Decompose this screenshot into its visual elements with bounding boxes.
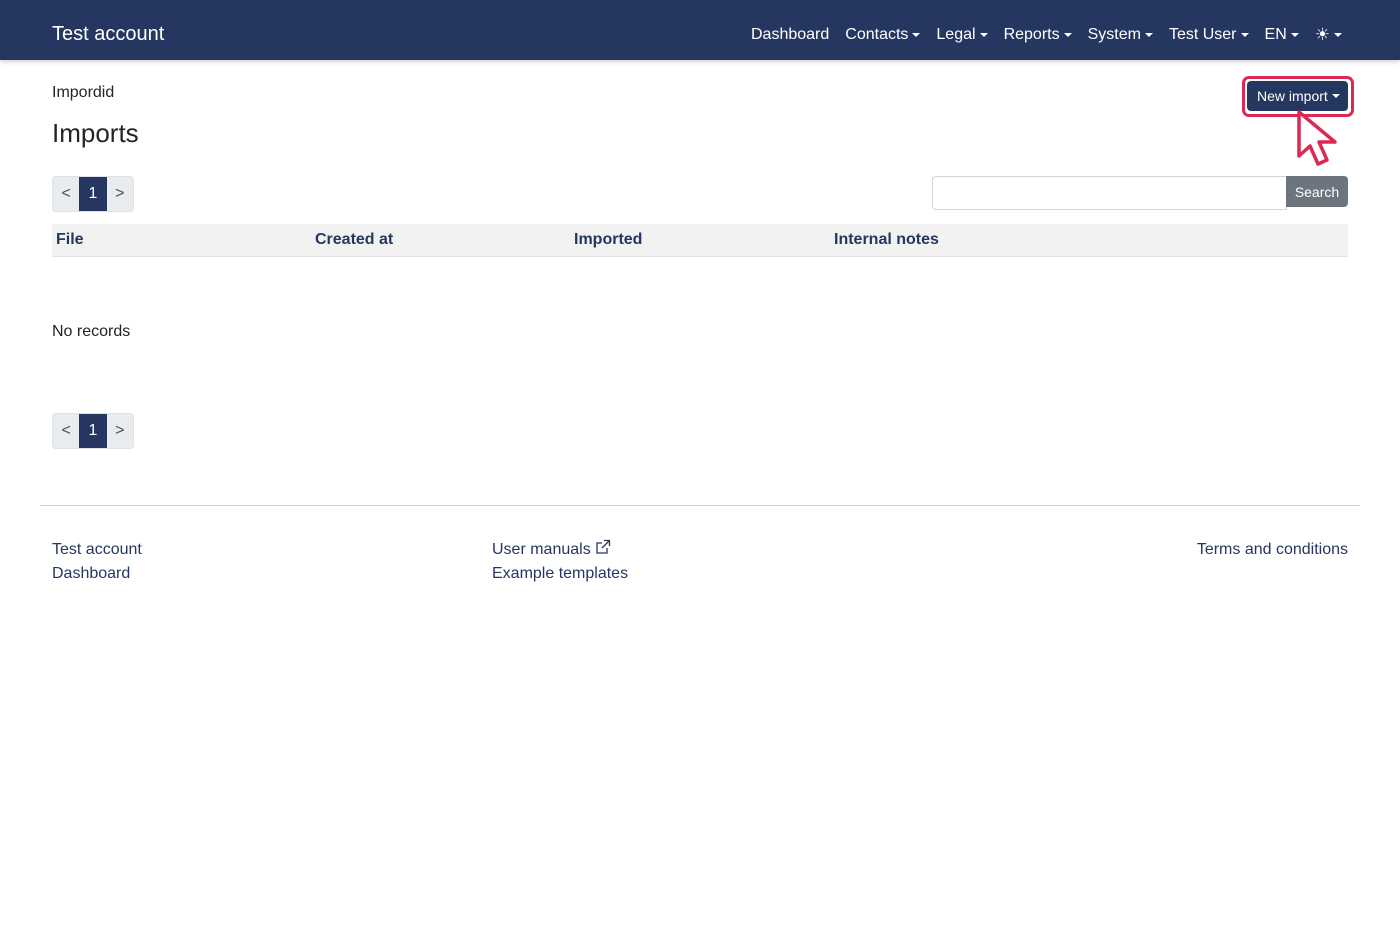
caret-down-icon	[912, 33, 921, 37]
new-import-button[interactable]: New import	[1247, 81, 1348, 111]
column-header-internal-notes[interactable]: Internal notes	[834, 230, 939, 250]
nav-user-label: Test User	[1168, 26, 1237, 43]
caret-down-icon	[979, 33, 988, 37]
nav-contacts-label: Contacts	[845, 26, 909, 43]
nav-system-label: System	[1087, 26, 1141, 43]
nav-dashboard-label: Dashboard	[750, 26, 830, 43]
page-title: Imports	[52, 118, 139, 148]
nav-dashboard[interactable]: Dashboard	[751, 24, 829, 46]
breadcrumb: Impordid	[52, 84, 115, 101]
empty-state-text: No records	[52, 323, 131, 340]
nav-reports-dropdown[interactable]: Reports	[1004, 24, 1072, 46]
footer-link-example-templates[interactable]: Example templates	[492, 564, 628, 584]
external-link-icon	[596, 539, 610, 554]
nav-system-dropdown[interactable]: System	[1088, 24, 1153, 46]
column-header-imported[interactable]: Imported	[574, 230, 642, 250]
nav-user-dropdown[interactable]: Test User	[1169, 24, 1249, 46]
footer-link-dashboard[interactable]: Dashboard	[52, 564, 130, 584]
caret-down-icon	[1240, 33, 1249, 37]
nav-contacts-dropdown[interactable]: Contacts	[845, 24, 921, 46]
pagination-top: < 1 >	[52, 176, 134, 212]
nav-legal-dropdown[interactable]: Legal	[936, 24, 988, 46]
column-header-created-at[interactable]: Created at	[315, 230, 393, 250]
nav-legal-label: Legal	[936, 26, 976, 43]
sun-icon: ☀	[1314, 25, 1330, 44]
footer-link-user-manuals-label: User manuals	[492, 541, 591, 558]
pagination-page-current[interactable]: 1	[79, 414, 107, 448]
pagination-prev[interactable]: <	[53, 414, 79, 448]
top-navbar: Test account Dashboard Contacts Legal Re…	[0, 0, 1400, 60]
pagination-page-current[interactable]: 1	[79, 177, 107, 211]
pagination-next[interactable]: >	[107, 414, 133, 448]
footer-link-account[interactable]: Test account	[52, 540, 142, 560]
pointer-cursor-icon	[1297, 110, 1337, 166]
footer-divider	[40, 505, 1360, 506]
nav-theme-dropdown[interactable]: ☀	[1315, 24, 1342, 46]
footer-link-terms[interactable]: Terms and conditions	[1197, 540, 1348, 560]
caret-down-icon	[1144, 33, 1153, 37]
caret-down-icon	[1331, 94, 1340, 98]
search-button[interactable]: Search	[1286, 176, 1348, 207]
brand-link[interactable]: Test account	[52, 22, 164, 46]
pagination-next[interactable]: >	[107, 177, 133, 211]
nav-reports-label: Reports	[1003, 26, 1060, 43]
pagination-bottom: < 1 >	[52, 413, 134, 449]
table-header: File Created at Imported Internal notes	[52, 224, 1348, 257]
caret-down-icon	[1063, 33, 1072, 37]
pagination-prev[interactable]: <	[53, 177, 79, 211]
search-input[interactable]	[932, 176, 1287, 210]
main-nav: Dashboard Contacts Legal Reports System …	[751, 24, 1342, 46]
footer-link-user-manuals[interactable]: User manuals	[492, 539, 611, 560]
column-header-file[interactable]: File	[56, 230, 84, 250]
new-import-label: New import	[1257, 88, 1328, 104]
nav-language-dropdown[interactable]: EN	[1265, 24, 1299, 46]
nav-language-label: EN	[1264, 26, 1287, 43]
caret-down-icon	[1334, 33, 1342, 37]
caret-down-icon	[1290, 33, 1299, 37]
